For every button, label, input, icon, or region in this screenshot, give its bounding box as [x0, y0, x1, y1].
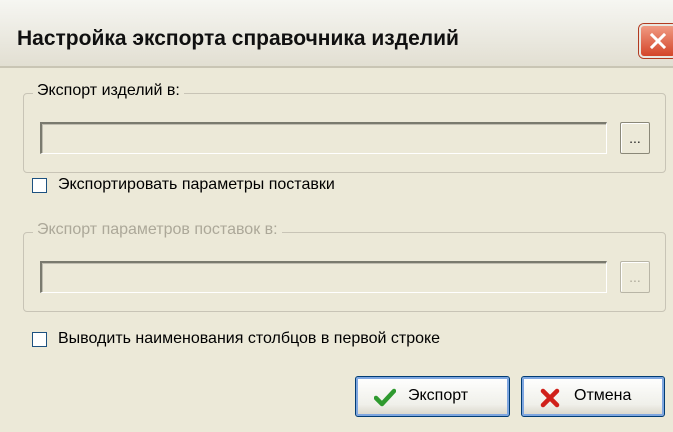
title-bar[interactable]: Настройка экспорта справочника изделий [0, 0, 673, 68]
close-icon [649, 32, 667, 50]
export-supply-params-label[interactable]: Экспортировать параметры поставки [58, 176, 335, 194]
export-button-label: Экспорт [408, 387, 469, 404]
export-items-browse-button[interactable]: ... [620, 122, 650, 154]
cancel-button-label: Отмена [574, 387, 632, 404]
window-title: Настройка экспорта справочника изделий [17, 27, 459, 50]
export-supply-params-checkbox[interactable] [32, 178, 47, 193]
export-items-legend: Экспорт изделий в: [33, 82, 184, 100]
export-supply-path-field [40, 261, 607, 293]
cancel-button[interactable]: Отмена [521, 376, 665, 417]
export-supply-group: Экспорт параметров поставок в: ... [23, 221, 666, 312]
export-button[interactable]: Экспорт [355, 376, 510, 417]
checkmark-icon [374, 388, 396, 407]
export-items-group: Экспорт изделий в: ... [23, 82, 666, 173]
column-names-label[interactable]: Выводить наименования столбцов в первой … [58, 330, 440, 348]
export-settings-dialog: Настройка экспорта справочника изделий Э… [0, 0, 673, 432]
export-supply-legend: Экспорт параметров поставок в: [33, 221, 282, 239]
column-names-checkbox[interactable] [32, 332, 47, 347]
x-icon [540, 388, 560, 408]
close-button[interactable] [639, 24, 673, 58]
export-supply-browse-button: ... [620, 261, 650, 293]
export-items-path-field[interactable] [40, 122, 607, 154]
